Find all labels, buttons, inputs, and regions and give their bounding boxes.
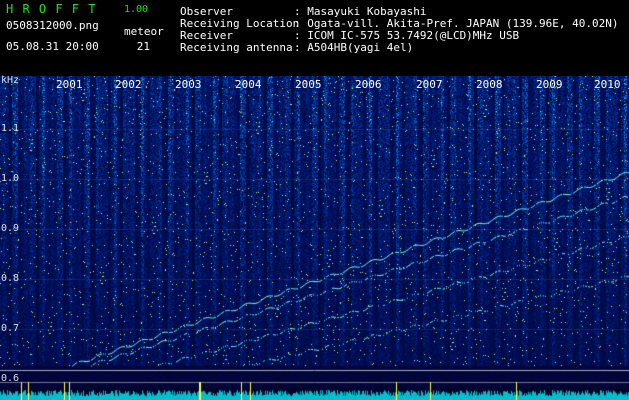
y-tick-label: 0.8: [1, 273, 20, 284]
datetime: 05.08.31 20:00: [6, 40, 99, 53]
header-panel: H R O F F T 1.00 0508312000.png meteor 0…: [0, 0, 629, 76]
spectrogram-canvas: [0, 76, 629, 400]
app-version: 1.00: [124, 4, 149, 15]
info-value-antenna: : A504HB(yagi 4el): [294, 41, 414, 54]
y-tick-label: 0.7: [1, 323, 20, 334]
year-label: 2002: [115, 78, 142, 91]
year-label: 2003: [175, 78, 202, 91]
year-label: 2007: [416, 78, 443, 91]
y-tick-label: 1.1: [1, 123, 20, 134]
year-label: 2001: [56, 78, 83, 91]
y-tick-label: 0.9: [1, 223, 20, 234]
meteor-count: 21: [136, 40, 150, 53]
y-tick-label: 0.6: [1, 373, 20, 384]
app-name: H R O F F T: [6, 2, 97, 16]
year-label: 2006: [355, 78, 382, 91]
y-unit-label: kHz: [1, 75, 20, 86]
year-label: 2009: [536, 78, 563, 91]
file-name: 0508312000.png: [6, 19, 99, 32]
info-label-antenna: Receiving antenna: [180, 41, 293, 54]
year-label: 2005: [295, 78, 322, 91]
meteor-label: meteor: [124, 25, 164, 38]
year-label: 2010: [594, 78, 621, 91]
year-label: 2008: [476, 78, 503, 91]
year-label: 2004: [235, 78, 262, 91]
y-tick-label: 1.0: [1, 173, 20, 184]
